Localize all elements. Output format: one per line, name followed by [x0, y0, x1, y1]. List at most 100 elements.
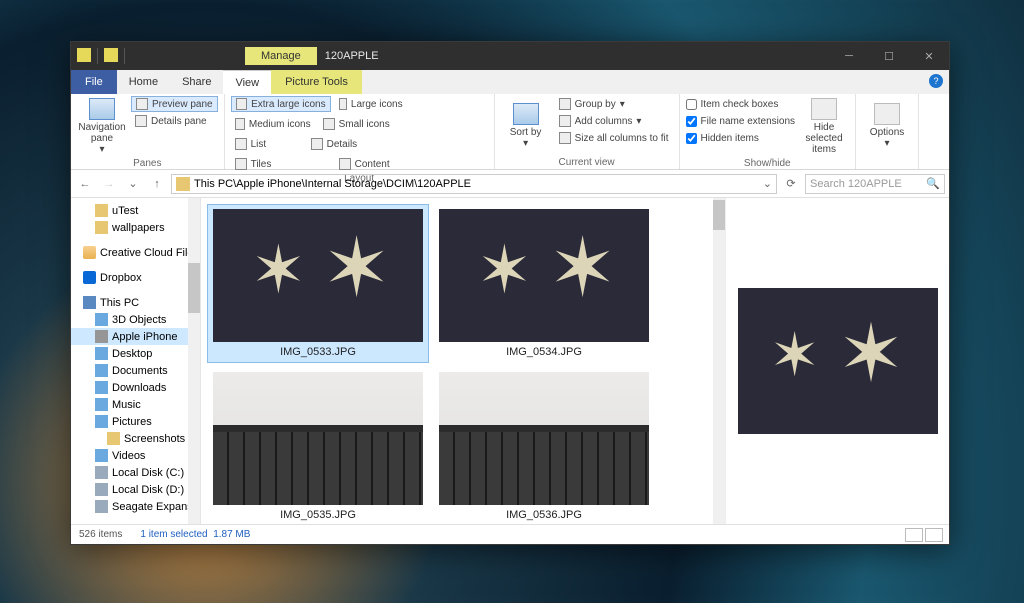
navigation-tree[interactable]: uTest wallpapers Creative Cloud Files Dr… — [71, 198, 201, 524]
file-name: IMG_0533.JPG — [280, 346, 356, 358]
tree-item-downloads[interactable]: Downloads — [71, 379, 200, 396]
qat-button[interactable] — [104, 48, 118, 62]
tree-item-dropbox[interactable]: Dropbox — [71, 269, 200, 286]
sort-by-button[interactable]: Sort by ▾ — [501, 96, 551, 156]
hide-selected-button[interactable]: Hide selected items — [799, 96, 849, 157]
tree-item-disk-d[interactable]: Local Disk (D:) — [71, 481, 200, 498]
hide-selected-icon — [811, 98, 837, 120]
tree-item-videos[interactable]: Videos — [71, 447, 200, 464]
options-icon — [874, 103, 900, 125]
details-view-button[interactable] — [905, 528, 923, 542]
content-area: uTest wallpapers Creative Cloud Files Dr… — [71, 198, 949, 524]
tree-item-screenshots[interactable]: Screenshots — [71, 430, 200, 447]
tree-item-apple-iphone[interactable]: Apple iPhone — [71, 328, 200, 345]
details-pane-icon — [135, 115, 147, 127]
maximize-button[interactable]: ☐ — [869, 42, 909, 70]
minimize-button[interactable]: ─ — [829, 42, 869, 70]
search-icon: 🔍 — [926, 177, 940, 190]
refresh-button[interactable]: ⟳ — [781, 177, 801, 190]
forward-button[interactable]: → — [99, 178, 119, 190]
tree-item-disk-c[interactable]: Local Disk (C:) — [71, 464, 200, 481]
thumbnails-view-button[interactable] — [925, 528, 943, 542]
picture-tools-tab[interactable]: Picture Tools — [271, 70, 362, 94]
show-hide-label: Show/hide — [686, 157, 850, 169]
explorer-window: Manage 120APPLE ─ ☐ ✕ File Home Share Vi… — [70, 41, 950, 545]
help-icon[interactable]: ? — [929, 74, 943, 88]
preview-pane-icon — [136, 98, 148, 110]
tree-item-creative-cloud[interactable]: Creative Cloud Files — [71, 244, 200, 261]
small-icons-button[interactable]: Small icons — [319, 116, 419, 132]
tree-item-wallpapers[interactable]: wallpapers — [71, 219, 200, 236]
file-name: IMG_0534.JPG — [506, 346, 582, 358]
up-button[interactable]: ↑ — [147, 178, 167, 190]
large-icons-button[interactable]: Large icons — [335, 96, 407, 112]
window-title: 120APPLE — [325, 50, 379, 62]
home-tab[interactable]: Home — [117, 70, 170, 94]
preview-thumbnail — [738, 288, 938, 434]
current-view-group: Sort by ▾ Group by ▾ Add columns ▾ Size … — [495, 94, 680, 169]
qat-separator — [124, 48, 125, 64]
file-name-extensions-check[interactable]: File name extensions — [686, 113, 796, 129]
details-pane-button[interactable]: Details pane — [131, 113, 218, 129]
hidden-items-check[interactable]: Hidden items — [686, 130, 796, 146]
share-tab[interactable]: Share — [170, 70, 223, 94]
file-thumbnail — [439, 372, 649, 505]
preview-pane — [725, 198, 949, 524]
back-button[interactable]: ← — [75, 178, 95, 190]
tree-item-seagate[interactable]: Seagate Expansion Drive — [71, 498, 200, 515]
tree-item-this-pc[interactable]: This PC — [71, 294, 200, 311]
file-name: IMG_0536.JPG — [506, 509, 582, 521]
grid-scrollbar[interactable] — [713, 198, 725, 524]
file-item[interactable]: IMG_0536.JPG — [433, 367, 655, 524]
tree-item-utest[interactable]: uTest — [71, 202, 200, 219]
tree-item-music[interactable]: Music — [71, 396, 200, 413]
size-columns-button[interactable]: Size all columns to fit — [555, 130, 673, 146]
recent-locations-button[interactable]: ⌄ — [123, 177, 143, 190]
navigation-pane-icon — [89, 98, 115, 120]
extra-large-icons-button[interactable]: Extra large icons — [231, 96, 331, 112]
search-box[interactable]: Search 120APPLE 🔍 — [805, 174, 945, 194]
group-by-button[interactable]: Group by ▾ — [555, 96, 673, 112]
preview-pane-button[interactable]: Preview pane — [131, 96, 218, 112]
explorer-icon — [77, 48, 91, 62]
address-field[interactable]: This PC\Apple iPhone\Internal Storage\DC… — [171, 174, 777, 194]
sort-icon — [513, 103, 539, 125]
file-thumbnail — [439, 209, 649, 342]
ribbon: Navigation pane ▾ Preview pane Details p… — [71, 94, 949, 170]
file-grid[interactable]: IMG_0533.JPG IMG_0534.JPG IMG_0535.JPG IMG_… — [201, 198, 725, 524]
navigation-pane-button[interactable]: Navigation pane ▾ — [77, 96, 127, 157]
layout-group: Extra large icons Large icons Medium ico… — [225, 94, 495, 169]
show-hide-group: Item check boxes File name extensions Hi… — [680, 94, 857, 169]
status-bar: 526 items 1 item selected 1.87 MB — [71, 524, 949, 544]
file-item[interactable]: IMG_0534.JPG — [433, 204, 655, 363]
tree-item-desktop[interactable]: Desktop — [71, 345, 200, 362]
address-bar: ← → ⌄ ↑ This PC\Apple iPhone\Internal St… — [71, 170, 949, 198]
tree-scrollbar[interactable] — [188, 198, 200, 524]
title-bar: Manage 120APPLE ─ ☐ ✕ — [71, 42, 949, 70]
file-thumbnail — [213, 372, 423, 505]
item-check-boxes-check[interactable]: Item check boxes — [686, 96, 796, 112]
options-group: Options ▾ — [856, 94, 919, 169]
view-tab[interactable]: View — [223, 70, 271, 94]
tree-item-3d-objects[interactable]: 3D Objects — [71, 311, 200, 328]
status-selection: 1 item selected 1.87 MB — [140, 529, 250, 540]
tree-item-documents[interactable]: Documents — [71, 362, 200, 379]
navigation-pane-label: Navigation pane — [78, 122, 125, 144]
contextual-tab-manage[interactable]: Manage — [245, 47, 317, 65]
medium-icons-button[interactable]: Medium icons — [231, 116, 315, 132]
list-button[interactable]: List — [231, 136, 303, 152]
address-dropdown-icon[interactable]: ⌄ — [763, 177, 772, 190]
tree-item-pictures[interactable]: Pictures — [71, 413, 200, 430]
details-button[interactable]: Details — [307, 136, 391, 152]
close-button[interactable]: ✕ — [909, 42, 949, 70]
current-view-label: Current view — [501, 156, 673, 168]
status-item-count: 526 items — [79, 529, 122, 540]
file-tab[interactable]: File — [71, 70, 117, 94]
file-item[interactable]: IMG_0535.JPG — [207, 367, 429, 524]
add-columns-button[interactable]: Add columns ▾ — [555, 113, 673, 129]
options-button[interactable]: Options ▾ — [862, 96, 912, 156]
search-placeholder: Search 120APPLE — [810, 178, 902, 190]
folder-icon — [176, 177, 190, 191]
qat-separator — [97, 48, 98, 64]
file-item[interactable]: IMG_0533.JPG — [207, 204, 429, 363]
